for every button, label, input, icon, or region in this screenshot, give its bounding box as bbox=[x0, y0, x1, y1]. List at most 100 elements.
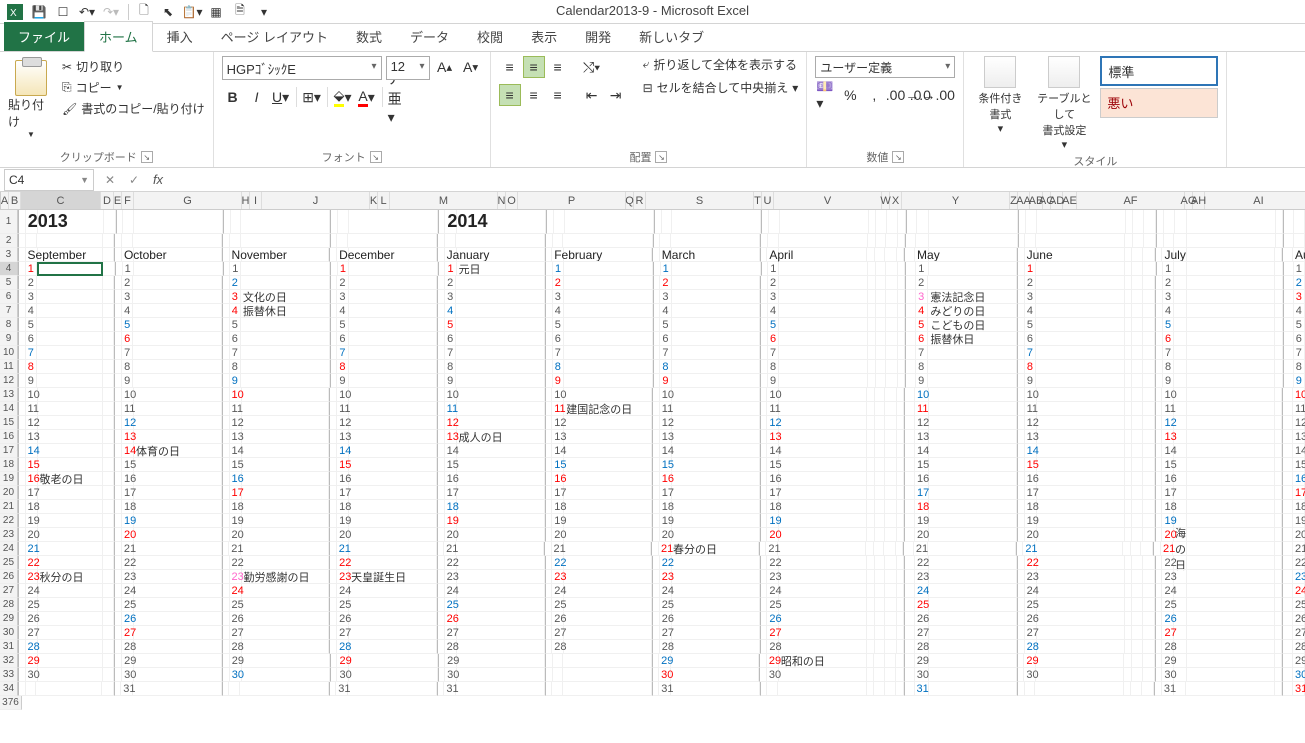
cell[interactable] bbox=[1132, 388, 1143, 402]
cell[interactable] bbox=[1125, 374, 1132, 388]
cell[interactable] bbox=[885, 430, 896, 444]
cell[interactable] bbox=[1017, 514, 1025, 528]
cell[interactable]: December bbox=[337, 248, 349, 262]
cell[interactable]: 2 bbox=[445, 276, 456, 290]
cell[interactable]: 27 bbox=[1293, 626, 1305, 640]
cell[interactable] bbox=[886, 332, 898, 346]
cell[interactable] bbox=[672, 304, 761, 318]
cell[interactable]: 8 bbox=[230, 360, 241, 374]
cell[interactable] bbox=[223, 210, 231, 234]
cell[interactable] bbox=[1155, 332, 1163, 346]
cell[interactable] bbox=[1017, 458, 1025, 472]
cell[interactable]: 13 bbox=[337, 430, 349, 444]
cell[interactable] bbox=[114, 682, 122, 696]
cell[interactable] bbox=[671, 668, 759, 682]
cell[interactable] bbox=[1294, 234, 1305, 248]
cell[interactable]: 2 bbox=[768, 276, 779, 290]
column-header[interactable]: M bbox=[390, 192, 498, 209]
cell[interactable] bbox=[672, 444, 760, 458]
cell[interactable]: 3 bbox=[916, 290, 928, 304]
cell[interactable] bbox=[133, 346, 222, 360]
wrap-text-button[interactable]: ⤶折り返して全体を表示する bbox=[643, 56, 799, 73]
cell[interactable]: 25 bbox=[337, 598, 349, 612]
cell[interactable] bbox=[1035, 542, 1123, 556]
cell[interactable] bbox=[876, 210, 887, 234]
cell[interactable] bbox=[672, 570, 760, 584]
cell[interactable] bbox=[897, 528, 904, 542]
cell[interactable] bbox=[1017, 612, 1025, 626]
cell[interactable] bbox=[1283, 360, 1294, 374]
cell[interactable] bbox=[1132, 332, 1143, 346]
cell[interactable] bbox=[1143, 584, 1155, 598]
cell[interactable] bbox=[1187, 556, 1275, 570]
cell[interactable]: 22 bbox=[915, 556, 929, 570]
cell[interactable] bbox=[134, 626, 222, 640]
cell[interactable] bbox=[905, 374, 916, 388]
cell[interactable] bbox=[103, 570, 114, 584]
cell[interactable] bbox=[1187, 276, 1276, 290]
cell[interactable] bbox=[38, 640, 103, 654]
cell[interactable] bbox=[885, 682, 896, 696]
cell[interactable] bbox=[653, 262, 661, 276]
cell[interactable] bbox=[1125, 290, 1132, 304]
merge-center-button[interactable]: ⊟セルを結合して中央揃え▾ bbox=[643, 79, 799, 96]
cell[interactable] bbox=[1187, 640, 1275, 654]
cell[interactable] bbox=[241, 332, 330, 346]
cell[interactable] bbox=[672, 430, 760, 444]
cell[interactable]: 1 bbox=[1163, 262, 1174, 276]
cell[interactable]: 21 bbox=[26, 542, 38, 556]
cell[interactable] bbox=[904, 528, 915, 542]
cell[interactable] bbox=[1275, 430, 1282, 444]
cell[interactable] bbox=[457, 598, 545, 612]
cell[interactable] bbox=[1131, 542, 1142, 556]
cell[interactable]: 4 bbox=[230, 304, 241, 318]
cell[interactable] bbox=[760, 584, 768, 598]
font-name-combo[interactable]: HGPｺﾞｼｯｸE bbox=[222, 56, 382, 80]
cell[interactable] bbox=[103, 584, 114, 598]
cell[interactable]: 16 bbox=[445, 472, 457, 486]
align-left-button[interactable]: ≡ bbox=[499, 84, 521, 106]
cell[interactable] bbox=[545, 640, 553, 654]
cell[interactable]: 14 bbox=[1025, 444, 1037, 458]
cell[interactable] bbox=[1283, 332, 1294, 346]
cell[interactable] bbox=[564, 318, 653, 332]
cell[interactable] bbox=[868, 360, 875, 374]
column-header[interactable]: T bbox=[754, 192, 762, 209]
cell[interactable]: 30 bbox=[1162, 668, 1174, 682]
cell[interactable]: 2 bbox=[1025, 276, 1036, 290]
cell[interactable]: 21 bbox=[914, 542, 928, 556]
cell[interactable] bbox=[885, 528, 896, 542]
cell[interactable] bbox=[133, 682, 222, 696]
cell[interactable]: 14 bbox=[445, 444, 457, 458]
cell[interactable]: 4 bbox=[660, 304, 671, 318]
cell[interactable]: 30 bbox=[230, 668, 242, 682]
cell[interactable] bbox=[1037, 612, 1125, 626]
cell[interactable]: 11 bbox=[445, 402, 457, 416]
cell[interactable]: 16 bbox=[122, 472, 134, 486]
cell[interactable]: 12 bbox=[445, 416, 457, 430]
cell[interactable] bbox=[329, 458, 337, 472]
cell[interactable] bbox=[887, 210, 899, 234]
cell[interactable]: 1 bbox=[768, 262, 779, 276]
cell[interactable] bbox=[868, 276, 875, 290]
cell[interactable]: 28 bbox=[552, 640, 564, 654]
cell[interactable] bbox=[928, 346, 1017, 360]
cell[interactable] bbox=[897, 514, 904, 528]
cell[interactable]: 4 bbox=[768, 304, 779, 318]
cell[interactable] bbox=[134, 402, 222, 416]
cell[interactable] bbox=[904, 388, 915, 402]
cell[interactable]: 24 bbox=[122, 584, 134, 598]
cell[interactable] bbox=[885, 612, 896, 626]
cell[interactable]: 18 bbox=[660, 500, 672, 514]
cell[interactable] bbox=[886, 318, 898, 332]
cell[interactable] bbox=[1174, 304, 1186, 318]
cell[interactable] bbox=[1143, 416, 1155, 430]
cell[interactable] bbox=[1132, 514, 1143, 528]
cell[interactable] bbox=[134, 500, 222, 514]
cell[interactable] bbox=[760, 416, 768, 430]
cell[interactable] bbox=[875, 486, 886, 500]
new-icon[interactable]: 🗋 bbox=[133, 2, 155, 22]
cell[interactable] bbox=[38, 210, 104, 234]
cell[interactable] bbox=[875, 416, 886, 430]
cell[interactable] bbox=[760, 458, 768, 472]
